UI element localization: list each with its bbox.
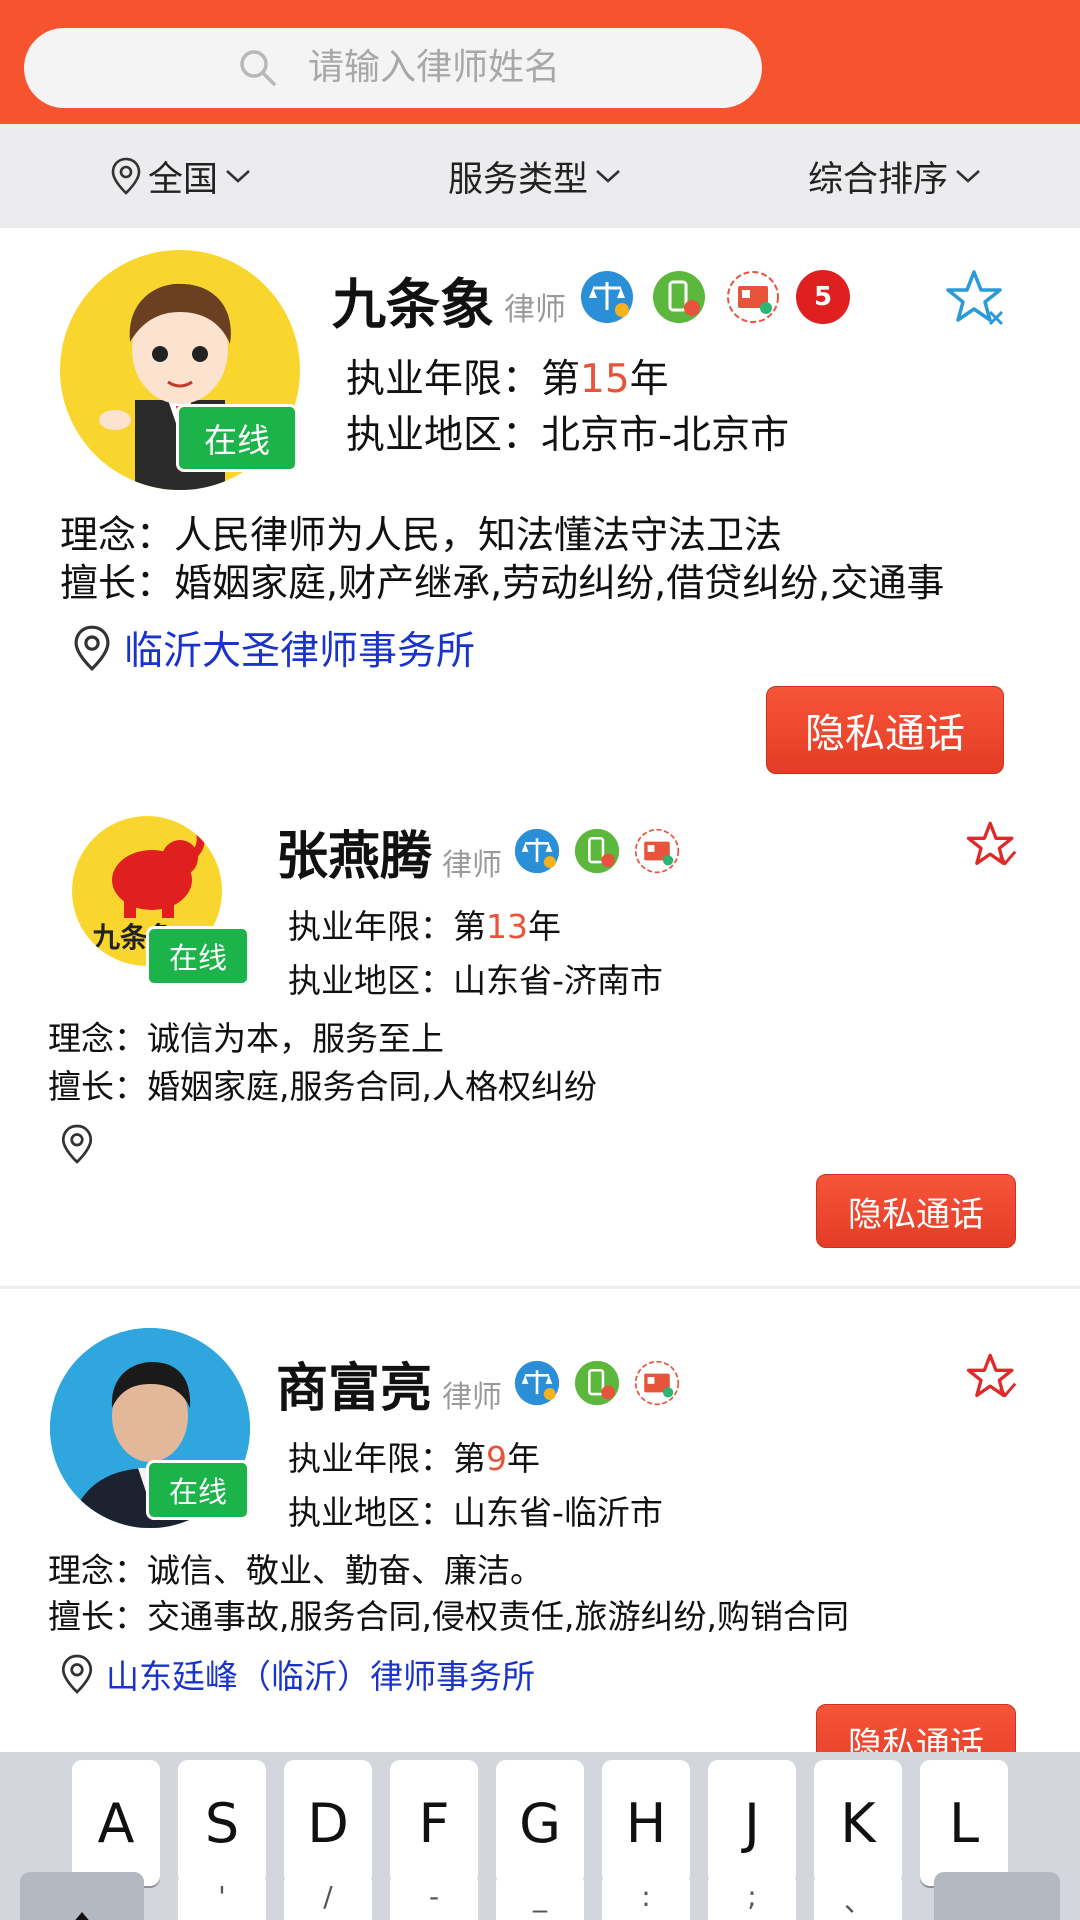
- favorite-star-icon[interactable]: [964, 820, 1018, 870]
- card-divider: [0, 1286, 1080, 1289]
- key-semicolon[interactable]: ;: [708, 1872, 796, 1920]
- lawyer-card[interactable]: 在线 九条象 律师 5 执业年限：第15年 执业地区：北京市-北京市 理念：人民…: [0, 228, 1080, 788]
- key-apostrophe[interactable]: ': [178, 1872, 266, 1920]
- filter-region-label: 全国: [148, 159, 219, 200]
- practice-region: 执业地区：山东省-临沂市: [288, 1493, 663, 1532]
- practice-years: 执业年限：第13年: [288, 907, 561, 946]
- lawyer-motto: 理念：诚信为本，服务至上: [48, 1019, 444, 1058]
- practice-years: 执业年限：第9年: [288, 1439, 540, 1478]
- favorite-star-icon[interactable]: [964, 1352, 1018, 1402]
- search-input[interactable]: 请输入律师姓名: [24, 28, 762, 108]
- shift-arrow-icon: [75, 1912, 89, 1920]
- online-badge: 在线: [146, 926, 250, 986]
- justice-scale-icon: [514, 828, 560, 874]
- justice-scale-icon: [514, 1360, 560, 1406]
- filter-region[interactable]: 全国: [108, 152, 252, 200]
- online-badge: 在线: [176, 404, 298, 472]
- key-a[interactable]: A: [72, 1760, 160, 1886]
- key-underscore[interactable]: _: [496, 1872, 584, 1920]
- phone-verified-icon: [653, 271, 705, 323]
- lawyer-name: 张燕腾: [276, 827, 433, 887]
- key-colon[interactable]: :: [602, 1872, 690, 1920]
- key-l[interactable]: L: [920, 1760, 1008, 1886]
- lawyer-expertise: 擅长：交通事故,服务合同,侵权责任,旅游纠纷,购销合同: [48, 1597, 849, 1636]
- lawyer-expertise: 擅长：婚姻家庭,服务合同,人格权纠纷: [48, 1067, 597, 1106]
- id-card-icon: [634, 1360, 680, 1406]
- location-pin-icon: [61, 1124, 93, 1164]
- private-call-button[interactable]: 隐私通话: [816, 1704, 1016, 1752]
- lawyer-card[interactable]: 在线 商富亮 律师 执业年限：第9年 执业地区：山东省-临沂市 理念：诚信、敬业…: [0, 1290, 1080, 1752]
- lawyer-name: 九条象: [332, 273, 494, 336]
- location-pin-icon: [111, 157, 141, 195]
- id-card-icon: [634, 828, 680, 874]
- lawyer-motto: 理念：人民律师为人民，知法懂法守法卫法: [60, 513, 783, 557]
- key-s[interactable]: S: [178, 1760, 266, 1886]
- filter-sort-label: 综合排序: [808, 159, 949, 200]
- key-slash[interactable]: /: [284, 1872, 372, 1920]
- chevron-down-icon: [226, 170, 250, 183]
- phone-verified-icon: [574, 828, 620, 874]
- delete-key[interactable]: [934, 1872, 1060, 1920]
- filter-sort[interactable]: 综合排序: [808, 152, 982, 200]
- private-call-button[interactable]: 隐私通话: [816, 1174, 1016, 1248]
- chevron-down-icon: [956, 170, 980, 183]
- phone-verified-icon: [574, 1360, 620, 1406]
- practice-region: 执业地区：北京市-北京市: [346, 413, 790, 458]
- lawyer-card[interactable]: 九条象 在线 张燕腾 律师 执业年限：第13年 执业地区：山东省-济南市 理念：…: [0, 788, 1080, 1288]
- shift-key[interactable]: [20, 1872, 144, 1920]
- lawyer-role: 律师: [442, 848, 502, 883]
- filter-service-type[interactable]: 服务类型: [448, 152, 622, 200]
- lawyer-name: 商富亮: [276, 1359, 433, 1419]
- search-placeholder: 请输入律师姓名: [308, 47, 561, 88]
- filter-bar: 全国 服务类型 综合排序: [0, 124, 1080, 228]
- law-firm-link[interactable]: 山东廷峰（临沂）律师事务所: [58, 1650, 535, 1698]
- rank-star-badge: 5: [796, 270, 850, 324]
- key-g[interactable]: G: [496, 1760, 584, 1886]
- chevron-down-icon: [596, 170, 620, 183]
- lawyer-role: 律师: [442, 1380, 502, 1415]
- practice-region: 执业地区：山东省-济南市: [288, 961, 663, 1000]
- key-h[interactable]: H: [602, 1760, 690, 1886]
- id-card-icon: [727, 271, 779, 323]
- key-d[interactable]: D: [284, 1760, 372, 1886]
- on-screen-keyboard: A S D F G H J K L ' / - _ : ; 、: [0, 1752, 1080, 1920]
- key-j[interactable]: J: [708, 1760, 796, 1886]
- top-bar: 请输入律师姓名: [0, 0, 1080, 124]
- key-k[interactable]: K: [814, 1760, 902, 1886]
- lawyer-motto: 理念：诚信、敬业、勤奋、廉洁。: [48, 1551, 543, 1590]
- location-pin-icon: [61, 1654, 93, 1694]
- lawyer-expertise: 擅长：婚姻家庭,财产继承,劳动纠纷,借贷纠纷,交通事: [60, 561, 945, 605]
- online-badge: 在线: [146, 1460, 250, 1520]
- favorite-star-icon[interactable]: [944, 268, 1006, 328]
- key-hyphen[interactable]: -: [390, 1872, 478, 1920]
- justice-scale-icon: [581, 271, 633, 323]
- key-f[interactable]: F: [390, 1760, 478, 1886]
- key-dun-comma[interactable]: 、: [814, 1872, 902, 1920]
- lawyer-role: 律师: [504, 292, 566, 328]
- filter-service-label: 服务类型: [448, 159, 589, 200]
- law-firm-link[interactable]: 临沂大圣律师事务所: [70, 620, 475, 676]
- law-firm-link[interactable]: [58, 1122, 106, 1166]
- location-pin-icon: [74, 625, 110, 671]
- private-call-button[interactable]: 隐私通话: [766, 686, 1004, 774]
- search-icon: [240, 50, 276, 86]
- practice-years: 执业年限：第15年: [346, 357, 669, 402]
